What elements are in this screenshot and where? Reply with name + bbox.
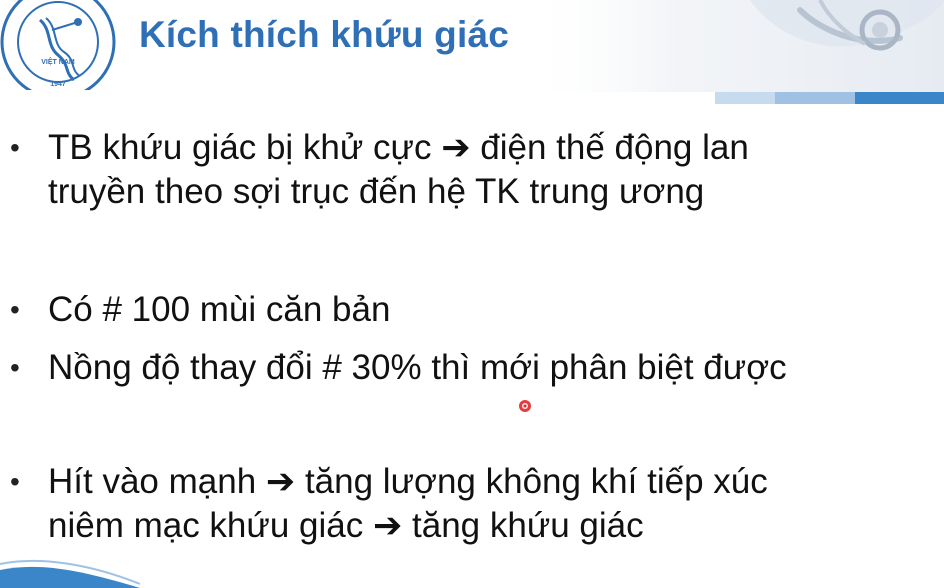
bullet-text: Có # 100 mùi căn bản [48, 290, 391, 329]
bullet-marker: • [10, 132, 20, 163]
presentation-slide: VIỆT NAM 1947 Kích thích khứu giác • TB … [0, 0, 944, 588]
bullet-text: Hít vào mạnh ➔ tăng lượng không khí tiếp… [48, 460, 768, 548]
bullet-text: TB khứu giác bị khử cực ➔ điện thế động … [48, 126, 749, 214]
text-segment: tăng khứu giác [402, 506, 644, 545]
arrow-right-icon: ➔ [265, 462, 296, 501]
bullet-line: truyền theo sợi trục đến hệ TK trung ươn… [48, 172, 705, 211]
bullet-line: Hít vào mạnh ➔ tăng lượng không khí tiếp… [48, 460, 768, 504]
bullet-line: TB khứu giác bị khử cực ➔ điện thế động … [48, 126, 749, 170]
arrow-right-icon: ➔ [372, 506, 403, 545]
laser-pointer-dot-icon [519, 400, 531, 412]
bullet-text: Nồng độ thay đổi # 30% thì mới phân biệt… [48, 348, 787, 387]
footer-corner-decoration [0, 559, 140, 588]
bullet-line: niêm mạc khứu giác ➔ tăng khứu giác [48, 504, 768, 548]
text-segment: tăng lượng không khí tiếp xúc [295, 462, 768, 501]
text-segment: Hít vào mạnh [48, 462, 266, 501]
bullet-marker: • [10, 352, 20, 383]
bullet-marker: • [10, 294, 20, 325]
text-segment: điện thế động lan [470, 128, 749, 167]
arrow-right-icon: ➔ [441, 128, 471, 167]
bullet-list: • TB khứu giác bị khử cực ➔ điện thế độn… [0, 0, 944, 588]
text-segment: TB khứu giác bị khử cực [48, 128, 442, 167]
bullet-marker: • [10, 466, 20, 497]
